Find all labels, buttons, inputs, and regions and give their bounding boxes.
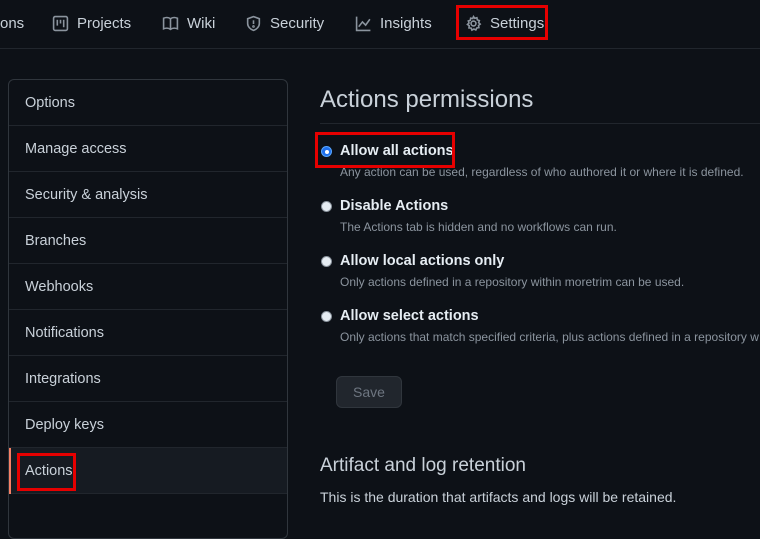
disable-actions-label[interactable]: Disable Actions xyxy=(340,198,448,214)
allow-select-actions-description: Only actions that match specified criter… xyxy=(340,330,759,344)
sidebar-item-label: Integrations xyxy=(25,370,101,387)
book-icon xyxy=(162,16,179,30)
disable-actions-radio[interactable] xyxy=(321,201,332,212)
artifact-retention-description: This is the duration that artifacts and … xyxy=(320,489,677,505)
allow-select-actions-radio[interactable] xyxy=(321,311,332,322)
sidebar-item-options[interactable]: Options xyxy=(9,80,287,126)
nav-item-wiki[interactable]: Wiki xyxy=(162,0,215,46)
nav-divider xyxy=(0,48,760,49)
allow-select-actions-label[interactable]: Allow select actions xyxy=(340,308,479,324)
gear-icon xyxy=(466,14,482,31)
allow-all-actions-description: Any action can be used, regardless of wh… xyxy=(340,165,744,179)
sidebar-item-webhooks[interactable]: Webhooks xyxy=(9,264,287,310)
sidebar-item-label: Actions xyxy=(25,462,73,479)
disable-actions-description: The Actions tab is hidden and no workflo… xyxy=(340,220,617,234)
sidebar-item-label: Security & analysis xyxy=(25,186,148,203)
allow-local-actions-label[interactable]: Allow local actions only xyxy=(340,253,504,269)
shield-icon xyxy=(246,15,261,31)
allow-local-actions-radio[interactable] xyxy=(321,256,332,267)
allow-all-actions-radio[interactable] xyxy=(321,146,332,157)
title-divider xyxy=(320,123,760,124)
nav-item-settings[interactable]: Settings xyxy=(465,0,544,46)
artifact-retention-title: Artifact and log retention xyxy=(320,455,526,476)
nav-label-wiki: Wiki xyxy=(187,14,216,32)
sidebar-item-notifications[interactable]: Notifications xyxy=(9,310,287,356)
sidebar-item-actions[interactable]: Actions xyxy=(9,448,287,494)
nav-label-settings: Settings xyxy=(490,14,545,32)
graph-icon xyxy=(355,16,371,31)
sidebar-item-label: Options xyxy=(25,94,75,111)
save-button[interactable]: Save xyxy=(336,376,402,408)
allow-all-actions-label[interactable]: Allow all actions xyxy=(340,143,454,159)
sidebar-item-label: Branches xyxy=(25,232,87,249)
nav-label-insights: Insights xyxy=(380,14,432,32)
sidebar-item-security-analysis[interactable]: Security & analysis xyxy=(9,172,287,218)
sidebar-item-branches[interactable]: Branches xyxy=(9,218,287,264)
sidebar-item-label: Notifications xyxy=(25,324,104,341)
sidebar-item-manage-access[interactable]: Manage access xyxy=(9,126,287,172)
nav-label-actions: ons xyxy=(0,14,25,32)
settings-sidebar: Options Manage access Security & analysi… xyxy=(8,79,288,539)
allow-local-actions-description: Only actions defined in a repository wit… xyxy=(340,275,685,289)
sidebar-item-integrations[interactable]: Integrations xyxy=(9,356,287,402)
nav-item-projects[interactable]: Projects xyxy=(52,0,131,46)
nav-label-security: Security xyxy=(270,14,325,32)
repo-nav: ons Projects Wiki Security Insights Sett… xyxy=(0,0,760,48)
nav-label-projects: Projects xyxy=(77,14,132,32)
sidebar-item-deploy-keys[interactable]: Deploy keys xyxy=(9,402,287,448)
sidebar-item-label: Webhooks xyxy=(25,278,94,295)
page-title: Actions permissions xyxy=(320,86,534,113)
sidebar-item-label: Deploy keys xyxy=(25,416,104,433)
nav-item-security[interactable]: Security xyxy=(245,0,324,46)
active-indicator xyxy=(9,448,11,494)
sidebar-item-label: Manage access xyxy=(25,140,127,157)
nav-item-actions[interactable]: ons xyxy=(0,0,24,46)
project-board-icon xyxy=(52,15,69,31)
nav-item-insights[interactable]: Insights xyxy=(355,0,432,46)
